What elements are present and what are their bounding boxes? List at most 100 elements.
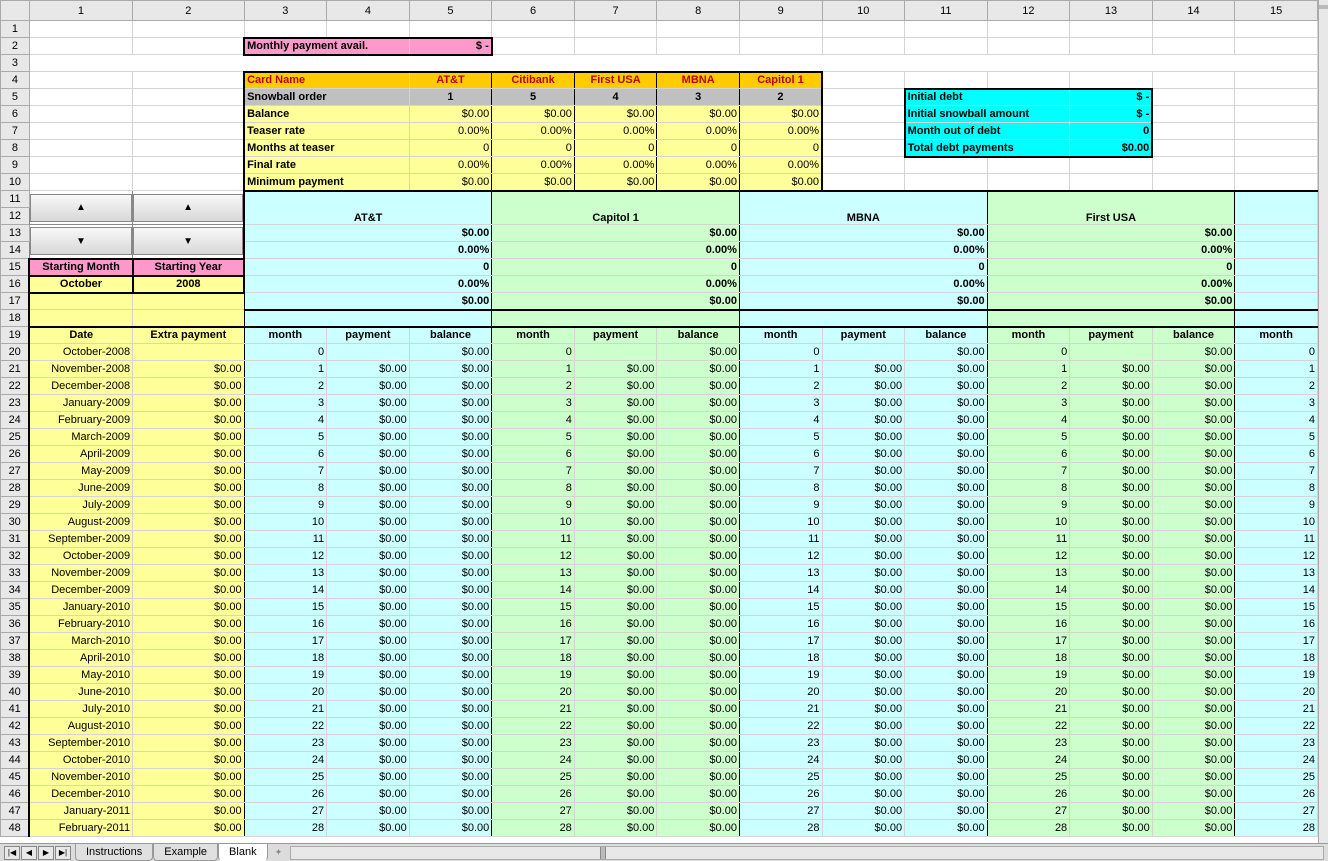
payment-cell[interactable]: $0.00 — [1070, 599, 1153, 616]
balance-cell[interactable]: $0.00 — [905, 616, 988, 633]
year-spinner-up[interactable]: ▲ — [133, 191, 244, 225]
month-cell[interactable]: 7 — [739, 463, 822, 480]
date-cell[interactable]: June-2009 — [29, 480, 132, 497]
balance-cell[interactable]: $0.00 — [905, 735, 988, 752]
row-header[interactable]: 3 — [1, 55, 30, 72]
month-cell[interactable]: 24 — [1235, 752, 1318, 769]
cell[interactable] — [822, 140, 905, 157]
month-cell[interactable]: 26 — [987, 786, 1070, 803]
date-cell[interactable]: March-2009 — [29, 429, 132, 446]
payment-cell[interactable]: $0.00 — [574, 667, 657, 684]
tab-example[interactable]: Example — [153, 844, 218, 861]
extra-payment-cell[interactable]: $0.00 — [133, 650, 244, 667]
month-cell[interactable]: 12 — [1235, 548, 1318, 565]
balance-cell[interactable]: $0.00 — [905, 820, 988, 837]
extra-payment-cell[interactable]: $0.00 — [133, 429, 244, 446]
cell[interactable] — [987, 174, 1070, 191]
row-header[interactable]: 33 — [1, 565, 30, 582]
cell[interactable] — [1235, 242, 1318, 259]
cell[interactable] — [657, 38, 740, 55]
month-header[interactable]: month — [1235, 327, 1318, 344]
card-block-rate[interactable]: 0.00% — [739, 242, 987, 259]
cell[interactable] — [1070, 72, 1153, 89]
month-cell[interactable]: 3 — [739, 395, 822, 412]
month-cell[interactable]: 25 — [1235, 769, 1318, 786]
month-cell[interactable]: 10 — [244, 514, 327, 531]
tab-nav-next-button[interactable]: ▶ — [38, 846, 54, 860]
row-header[interactable]: 18 — [1, 310, 30, 327]
balance-cell[interactable]: $0.00 — [409, 446, 492, 463]
balance-cell[interactable]: $0.00 — [905, 684, 988, 701]
new-sheet-icon[interactable]: ✦ — [272, 846, 286, 860]
payment-cell[interactable]: $0.00 — [822, 650, 905, 667]
cell[interactable] — [29, 293, 132, 310]
payment-cell[interactable]: $0.00 — [327, 582, 410, 599]
month-cell[interactable]: 25 — [244, 769, 327, 786]
payment-cell[interactable]: $0.00 — [327, 667, 410, 684]
balance-cell[interactable]: $0.00 — [1152, 378, 1235, 395]
month-cell[interactable]: 5 — [244, 429, 327, 446]
final-rate-value[interactable]: 0.00% — [657, 157, 740, 174]
balance-cell[interactable]: $0.00 — [409, 684, 492, 701]
payment-cell[interactable]: $0.00 — [822, 752, 905, 769]
balance-cell[interactable]: $0.00 — [657, 497, 740, 514]
month-cell[interactable]: 21 — [244, 701, 327, 718]
payment-cell[interactable]: $0.00 — [1070, 684, 1153, 701]
balance-cell[interactable]: $0.00 — [1152, 344, 1235, 361]
row-header[interactable]: 32 — [1, 548, 30, 565]
tab-instructions[interactable]: Instructions — [75, 844, 153, 861]
payment-cell[interactable] — [574, 344, 657, 361]
payment-cell[interactable]: $0.00 — [1070, 650, 1153, 667]
col-header[interactable]: 10 — [822, 1, 905, 21]
card-block-balance[interactable]: $0.00 — [739, 225, 987, 242]
months-teaser-value[interactable]: 0 — [657, 140, 740, 157]
month-cell[interactable]: 23 — [987, 735, 1070, 752]
date-cell[interactable]: December-2009 — [29, 582, 132, 599]
month-cell[interactable]: 13 — [987, 565, 1070, 582]
row-header[interactable]: 25 — [1, 429, 30, 446]
payment-cell[interactable]: $0.00 — [574, 718, 657, 735]
balance-cell[interactable]: $0.00 — [657, 344, 740, 361]
month-cell[interactable]: 23 — [244, 735, 327, 752]
min-pay-value[interactable]: $0.00 — [739, 174, 822, 191]
payment-header[interactable]: payment — [822, 327, 905, 344]
payment-cell[interactable] — [1070, 344, 1153, 361]
teaser-value[interactable]: 0.00% — [657, 123, 740, 140]
month-cell[interactable]: 15 — [987, 599, 1070, 616]
date-cell[interactable]: February-2010 — [29, 616, 132, 633]
payment-cell[interactable]: $0.00 — [574, 514, 657, 531]
month-cell[interactable]: 28 — [244, 820, 327, 837]
row-header[interactable]: 4 — [1, 72, 30, 89]
month-cell[interactable]: 10 — [987, 514, 1070, 531]
month-cell[interactable]: 7 — [492, 463, 575, 480]
balance-cell[interactable]: $0.00 — [657, 361, 740, 378]
month-cell[interactable]: 6 — [987, 446, 1070, 463]
month-cell[interactable]: 22 — [492, 718, 575, 735]
col-header[interactable]: 8 — [657, 1, 740, 21]
balance-cell[interactable]: $0.00 — [409, 650, 492, 667]
payment-cell[interactable]: $0.00 — [822, 429, 905, 446]
card-block-rate[interactable]: 0.00% — [987, 242, 1235, 259]
payment-cell[interactable]: $0.00 — [1070, 735, 1153, 752]
card-block-minpay[interactable]: $0.00 — [987, 293, 1235, 310]
row-header[interactable]: 2 — [1, 38, 30, 55]
date-cell[interactable]: February-2009 — [29, 412, 132, 429]
cell[interactable] — [822, 72, 905, 89]
month-cell[interactable]: 9 — [739, 497, 822, 514]
cell[interactable] — [327, 21, 410, 38]
balance-cell[interactable]: $0.00 — [905, 429, 988, 446]
row-header[interactable]: 8 — [1, 140, 30, 157]
month-cell[interactable]: 1 — [244, 361, 327, 378]
payment-cell[interactable]: $0.00 — [327, 735, 410, 752]
row-header[interactable]: 1 — [1, 21, 30, 38]
snowball-label[interactable]: Snowball order — [244, 89, 409, 106]
payment-cell[interactable]: $0.00 — [574, 599, 657, 616]
month-cell[interactable]: 4 — [492, 412, 575, 429]
extra-payment-cell[interactable]: $0.00 — [133, 786, 244, 803]
balance-cell[interactable]: $0.00 — [1152, 446, 1235, 463]
cell[interactable] — [1152, 140, 1235, 157]
teaser-value[interactable]: 0.00% — [739, 123, 822, 140]
payment-cell[interactable]: $0.00 — [822, 684, 905, 701]
balance-value[interactable]: $0.00 — [657, 106, 740, 123]
card-block-header[interactable]: Capitol 1 — [492, 191, 740, 225]
